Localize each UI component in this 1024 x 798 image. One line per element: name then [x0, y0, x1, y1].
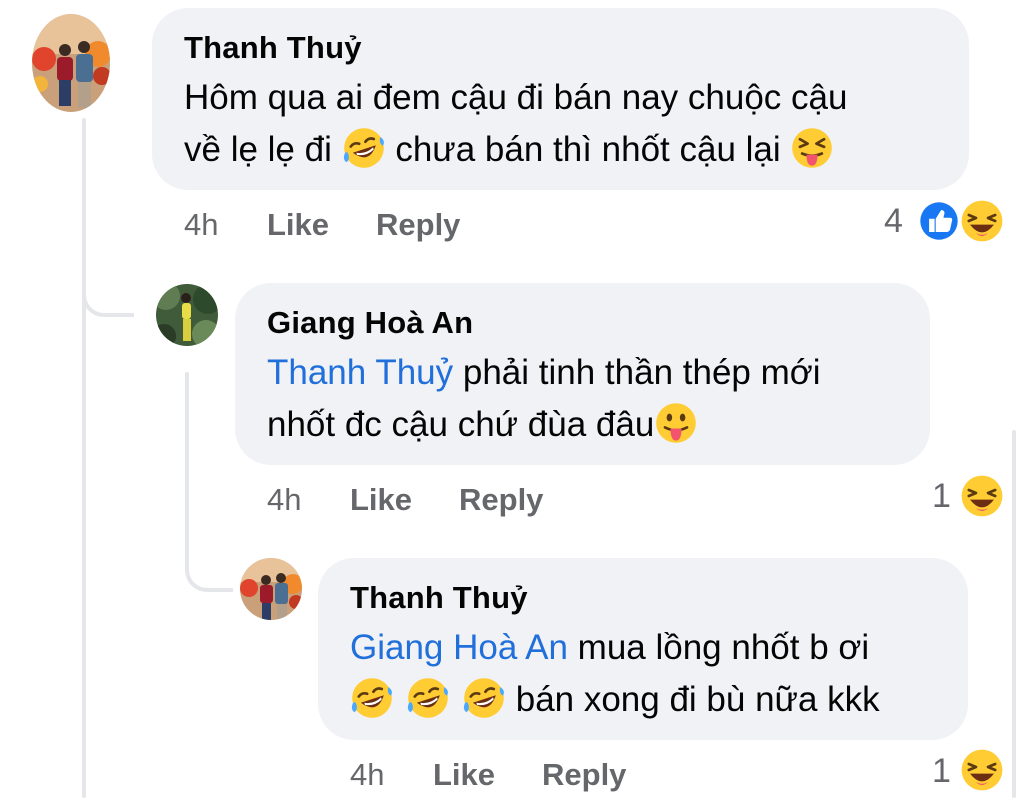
comment-text-line-1: Giang Hoà An mua lồng nhốt b ơi	[350, 622, 869, 674]
avatar-photo-icon	[32, 14, 110, 112]
comment-text-segment: bán xong đi bù nữa kkk	[506, 680, 880, 719]
avatar-thanh-thuy[interactable]	[32, 14, 110, 112]
comment-author[interactable]: Giang Hoà An	[267, 305, 473, 341]
comment-timestamp: 4h	[350, 757, 385, 792]
avatar-photo-icon	[240, 558, 302, 620]
comment-text-line-2: nhốt đc cậu chứ đùa đâu	[267, 399, 698, 451]
comment-text-segment: phải tinh thần thép mới	[453, 353, 821, 392]
comment-text-line-1: Thanh Thuỷ phải tinh thần thép mới	[267, 347, 821, 399]
squinting-tongue-emoji-icon	[790, 126, 834, 170]
like-button[interactable]: Like	[350, 482, 412, 518]
reaction-count[interactable]: 4	[884, 202, 903, 241]
thread-connector-reply-1	[82, 255, 134, 317]
reply-button[interactable]: Reply	[376, 207, 460, 243]
thread-connector-reply-2	[185, 530, 233, 592]
tongue-emoji-icon	[654, 401, 698, 445]
rofl-emoji-icon	[406, 676, 450, 720]
haha-reaction-icon[interactable]	[958, 746, 1006, 794]
comment-text-segment: nhốt đc cậu chứ đùa đâu	[267, 405, 655, 444]
comment-author[interactable]: Thanh Thuỷ	[184, 30, 362, 66]
haha-reaction-icon[interactable]	[958, 197, 1006, 245]
like-reaction-icon[interactable]	[917, 199, 961, 243]
comment-timestamp: 4h	[184, 207, 219, 242]
comment-text-line-1: Hôm qua ai đem cậu đi bán nay chuộc cậu	[184, 78, 848, 117]
rofl-emoji-icon	[342, 126, 386, 170]
reaction-count[interactable]: 1	[932, 752, 951, 791]
comment-author[interactable]: Thanh Thuỷ	[350, 580, 528, 616]
reply-button[interactable]: Reply	[459, 482, 543, 518]
haha-reaction-icon[interactable]	[958, 472, 1006, 520]
comment-text-segment: về lẹ lẹ đi	[184, 130, 342, 169]
reply-button[interactable]: Reply	[542, 757, 626, 793]
rofl-emoji-icon	[462, 676, 506, 720]
thread-line-main	[82, 118, 86, 798]
comment-text-segment: mua lồng nhốt b ơi	[567, 628, 870, 667]
rofl-emoji-icon	[350, 676, 394, 720]
mention-link[interactable]: Giang Hoà An	[350, 628, 568, 667]
like-button[interactable]: Like	[433, 757, 495, 793]
avatar-photo-icon	[156, 284, 218, 346]
mention-link[interactable]: Thanh Thuỷ	[267, 353, 453, 392]
scroll-indicator	[1012, 430, 1016, 798]
comment-timestamp: 4h	[267, 482, 302, 517]
comment-text-segment: chưa bán thì nhốt cậu lại	[385, 130, 791, 169]
like-button[interactable]: Like	[267, 207, 329, 243]
comment-text-line-2: bán xong đi bù nữa kkk	[350, 674, 880, 726]
avatar-giang-hoa-an[interactable]	[156, 284, 218, 346]
avatar-thanh-thuy[interactable]	[240, 558, 302, 620]
comment-text-line-2: về lẹ lẹ đi chưa bán thì nhốt cậu lại	[184, 124, 834, 176]
reaction-count[interactable]: 1	[932, 477, 951, 516]
